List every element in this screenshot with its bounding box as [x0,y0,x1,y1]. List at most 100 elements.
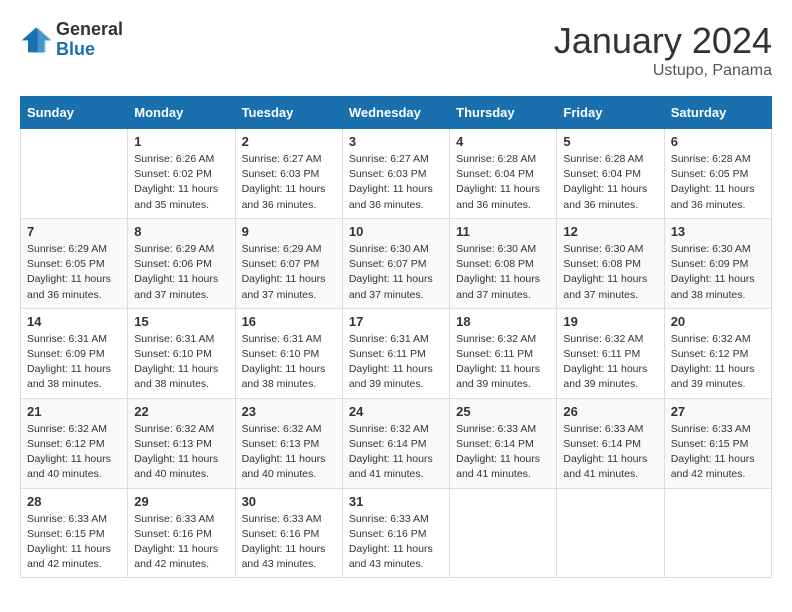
calendar-cell: 11 Sunrise: 6:30 AM Sunset: 6:08 PM Dayli… [450,218,557,308]
day-info: Sunrise: 6:30 AM Sunset: 6:08 PM Dayligh… [456,242,550,303]
calendar-header-row: SundayMondayTuesdayWednesdayThursdayFrid… [21,97,772,129]
day-info: Sunrise: 6:33 AM Sunset: 6:16 PM Dayligh… [349,512,443,573]
day-number: 22 [134,404,228,419]
calendar-cell: 29 Sunrise: 6:33 AM Sunset: 6:16 PM Dayli… [128,488,235,578]
day-number: 16 [242,314,336,329]
day-number: 5 [563,134,657,149]
day-info: Sunrise: 6:33 AM Sunset: 6:15 PM Dayligh… [671,422,765,483]
day-info: Sunrise: 6:30 AM Sunset: 6:09 PM Dayligh… [671,242,765,303]
day-info: Sunrise: 6:28 AM Sunset: 6:04 PM Dayligh… [563,152,657,213]
logo-icon [20,26,52,54]
week-row-3: 14Sunrise: 6:31 AM Sunset: 6:09 PM Dayli… [21,308,772,398]
location-title: Ustupo, Panama [554,62,772,80]
day-number: 21 [27,404,121,419]
calendar-cell: 26Sunrise: 6:33 AM Sunset: 6:14 PM Dayli… [557,398,664,488]
logo-text: General Blue [56,20,123,60]
day-info: Sunrise: 6:32 AM Sunset: 6:12 PM Dayligh… [671,332,765,393]
day-number: 7 [27,224,121,239]
day-info: Sunrise: 6:27 AM Sunset: 6:03 PM Dayligh… [349,152,443,213]
day-info: Sunrise: 6:30 AM Sunset: 6:07 PM Dayligh… [349,242,443,303]
day-number: 31 [349,494,443,509]
calendar-cell: 18 Sunrise: 6:32 AM Sunset: 6:11 PM Dayli… [450,308,557,398]
col-header-thursday: Thursday [450,97,557,129]
calendar-cell: 16 Sunrise: 6:31 AM Sunset: 6:10 PM Dayli… [235,308,342,398]
day-info: Sunrise: 6:33 AM Sunset: 6:15 PM Dayligh… [27,512,121,573]
calendar-cell: 23 Sunrise: 6:32 AM Sunset: 6:13 PM Dayli… [235,398,342,488]
day-number: 29 [134,494,228,509]
day-info: Sunrise: 6:32 AM Sunset: 6:11 PM Dayligh… [456,332,550,393]
logo: General Blue [20,20,123,60]
calendar-cell: 1 Sunrise: 6:26 AM Sunset: 6:02 PM Daylig… [128,129,235,219]
week-row-1: 1 Sunrise: 6:26 AM Sunset: 6:02 PM Daylig… [21,129,772,219]
day-info: Sunrise: 6:29 AM Sunset: 6:05 PM Dayligh… [27,242,121,303]
day-info: Sunrise: 6:33 AM Sunset: 6:16 PM Dayligh… [134,512,228,573]
day-number: 10 [349,224,443,239]
day-number: 23 [242,404,336,419]
day-number: 28 [27,494,121,509]
day-number: 30 [242,494,336,509]
month-title: January 2024 [554,20,772,62]
day-info: Sunrise: 6:29 AM Sunset: 6:07 PM Dayligh… [242,242,336,303]
logo-general-text: General [56,20,123,40]
day-number: 13 [671,224,765,239]
day-number: 3 [349,134,443,149]
day-info: Sunrise: 6:32 AM Sunset: 6:14 PM Dayligh… [349,422,443,483]
calendar-cell [557,488,664,578]
day-info: Sunrise: 6:26 AM Sunset: 6:02 PM Dayligh… [134,152,228,213]
day-number: 25 [456,404,550,419]
day-info: Sunrise: 6:31 AM Sunset: 6:11 PM Dayligh… [349,332,443,393]
week-row-4: 21 Sunrise: 6:32 AM Sunset: 6:12 PM Dayli… [21,398,772,488]
calendar-cell: 28 Sunrise: 6:33 AM Sunset: 6:15 PM Dayli… [21,488,128,578]
day-number: 11 [456,224,550,239]
day-info: Sunrise: 6:27 AM Sunset: 6:03 PM Dayligh… [242,152,336,213]
logo-blue-text: Blue [56,40,123,60]
day-number: 24 [349,404,443,419]
day-info: Sunrise: 6:32 AM Sunset: 6:11 PM Dayligh… [563,332,657,393]
day-info: Sunrise: 6:31 AM Sunset: 6:10 PM Dayligh… [134,332,228,393]
calendar-cell: 17Sunrise: 6:31 AM Sunset: 6:11 PM Dayli… [342,308,449,398]
day-info: Sunrise: 6:32 AM Sunset: 6:12 PM Dayligh… [27,422,121,483]
day-number: 20 [671,314,765,329]
calendar-cell: 2 Sunrise: 6:27 AM Sunset: 6:03 PM Daylig… [235,129,342,219]
day-info: Sunrise: 6:31 AM Sunset: 6:10 PM Dayligh… [242,332,336,393]
day-number: 2 [242,134,336,149]
calendar-cell: 19Sunrise: 6:32 AM Sunset: 6:11 PM Dayli… [557,308,664,398]
calendar-cell: 20 Sunrise: 6:32 AM Sunset: 6:12 PM Dayli… [664,308,771,398]
calendar-cell: 14Sunrise: 6:31 AM Sunset: 6:09 PM Dayli… [21,308,128,398]
col-header-friday: Friday [557,97,664,129]
day-info: Sunrise: 6:30 AM Sunset: 6:08 PM Dayligh… [563,242,657,303]
col-header-monday: Monday [128,97,235,129]
week-row-5: 28 Sunrise: 6:33 AM Sunset: 6:15 PM Dayli… [21,488,772,578]
day-info: Sunrise: 6:32 AM Sunset: 6:13 PM Dayligh… [242,422,336,483]
day-info: Sunrise: 6:31 AM Sunset: 6:09 PM Dayligh… [27,332,121,393]
week-row-2: 7 Sunrise: 6:29 AM Sunset: 6:05 PM Daylig… [21,218,772,308]
day-number: 12 [563,224,657,239]
calendar-cell: 10 Sunrise: 6:30 AM Sunset: 6:07 PM Dayli… [342,218,449,308]
calendar-cell [664,488,771,578]
day-number: 1 [134,134,228,149]
calendar-cell [21,129,128,219]
calendar-cell: 8 Sunrise: 6:29 AM Sunset: 6:06 PM Daylig… [128,218,235,308]
calendar-cell: 30 Sunrise: 6:33 AM Sunset: 6:16 PM Dayli… [235,488,342,578]
day-number: 18 [456,314,550,329]
day-number: 8 [134,224,228,239]
header: General Blue January 2024 Ustupo, Panama [20,20,772,80]
day-number: 27 [671,404,765,419]
calendar-cell: 15 Sunrise: 6:31 AM Sunset: 6:10 PM Dayli… [128,308,235,398]
calendar-cell: 3 Sunrise: 6:27 AM Sunset: 6:03 PM Daylig… [342,129,449,219]
calendar-cell: 22 Sunrise: 6:32 AM Sunset: 6:13 PM Dayli… [128,398,235,488]
day-info: Sunrise: 6:33 AM Sunset: 6:14 PM Dayligh… [456,422,550,483]
calendar-cell: 7 Sunrise: 6:29 AM Sunset: 6:05 PM Daylig… [21,218,128,308]
calendar-cell: 12 Sunrise: 6:30 AM Sunset: 6:08 PM Dayli… [557,218,664,308]
col-header-sunday: Sunday [21,97,128,129]
day-number: 15 [134,314,228,329]
day-info: Sunrise: 6:33 AM Sunset: 6:14 PM Dayligh… [563,422,657,483]
day-info: Sunrise: 6:29 AM Sunset: 6:06 PM Dayligh… [134,242,228,303]
col-header-saturday: Saturday [664,97,771,129]
calendar-cell: 5 Sunrise: 6:28 AM Sunset: 6:04 PM Daylig… [557,129,664,219]
calendar-cell: 27 Sunrise: 6:33 AM Sunset: 6:15 PM Dayli… [664,398,771,488]
day-number: 4 [456,134,550,149]
calendar-table: SundayMondayTuesdayWednesdayThursdayFrid… [20,96,772,578]
day-info: Sunrise: 6:33 AM Sunset: 6:16 PM Dayligh… [242,512,336,573]
day-info: Sunrise: 6:32 AM Sunset: 6:13 PM Dayligh… [134,422,228,483]
